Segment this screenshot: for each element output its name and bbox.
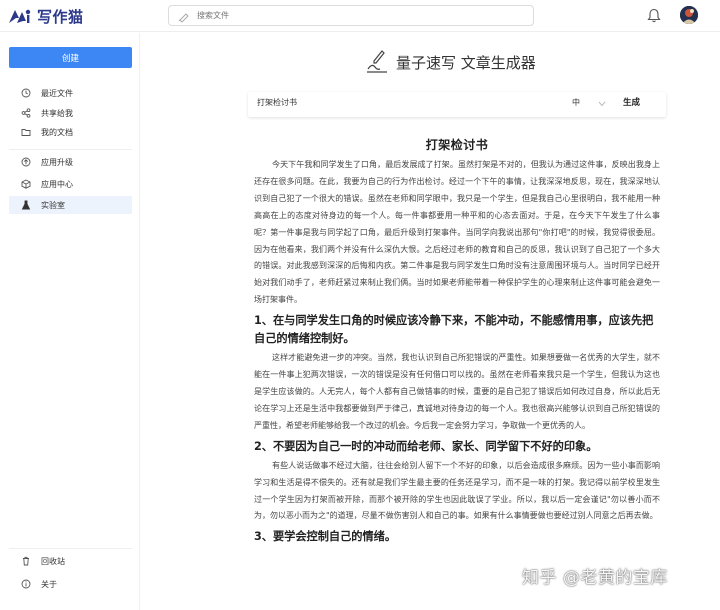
sidebar-item-label: 最近文件	[41, 88, 73, 98]
sidebar-item-shared[interactable]: 共享给我	[9, 104, 132, 122]
upgrade-icon	[20, 156, 32, 168]
generated-document[interactable]: 打架检讨书 今天下午我和同学发生了口角，最后发展成了打架。虽然打架是不对的，但我…	[254, 136, 660, 548]
sidebar-item-app-center[interactable]: 应用中心	[9, 175, 132, 193]
sidebar-item-label: 回收站	[41, 556, 65, 566]
sidebar-item-upgrade[interactable]: 应用升级	[9, 153, 132, 171]
sidebar-item-my-docs[interactable]: 我的文档	[9, 123, 132, 141]
avatar-image	[680, 6, 698, 24]
sidebar-item-about[interactable]: 关于	[9, 575, 132, 593]
search-input[interactable]	[197, 11, 497, 20]
pen-icon	[367, 50, 387, 73]
language-select[interactable]: 中	[572, 97, 580, 108]
document-title: 打架检讨书	[425, 138, 489, 152]
sidebar-item-label: 实验室	[41, 200, 65, 210]
trash-icon	[20, 555, 32, 567]
document-paragraph: 今天下午我和同学发生了口角，最后发展成了打架。虽然打架是不对的，但我认为通过这件…	[254, 160, 660, 305]
folder-icon	[20, 126, 32, 138]
sidebar-divider	[9, 149, 132, 150]
generate-button[interactable]: 生成	[623, 96, 640, 108]
share-icon	[20, 107, 32, 119]
chevron-down-icon[interactable]	[598, 101, 606, 107]
document-heading: 1、在与同学发生口角的时候应该冷静下来，不能冲动，不能感情用事，应该先把自己的情…	[254, 314, 654, 346]
sidebar: 创建 最近文件 共享给我 我的文档 应用升级 应用中心 实验室 回收站 关于	[0, 33, 140, 610]
app-name: 写作猫	[37, 7, 84, 26]
topic-input[interactable]: 打架检讨书	[257, 97, 297, 108]
document-paragraph: 这样才能避免进一步的冲突。当然，我也认识到自己所犯错误的严重性。如果想要做一名优…	[254, 353, 660, 430]
sidebar-divider	[9, 548, 132, 549]
logo-icon	[9, 9, 31, 23]
document-paragraph: 有些人说话做事不经过大脑，往往会给别人留下一个不好的印象，以后会造成很多麻烦。因…	[254, 460, 660, 521]
cube-icon	[20, 178, 32, 190]
search-box[interactable]	[168, 5, 534, 26]
sidebar-item-trash[interactable]: 回收站	[9, 552, 132, 570]
sidebar-item-label: 我的文档	[41, 127, 73, 137]
page-title: 量子速写 文章生成器	[396, 53, 536, 72]
page-header: 量子速写 文章生成器	[366, 42, 536, 82]
sidebar-item-recent[interactable]: 最近文件	[9, 84, 132, 102]
flask-icon	[20, 199, 32, 211]
document-heading: 2、不要因为自己一时的冲动而给老师、家长、同学留下不好的印象。	[254, 439, 598, 453]
watermark: 知乎 @老黄的宝库	[522, 568, 668, 588]
sidebar-item-label: 应用升级	[41, 157, 73, 167]
top-bar: 写作猫	[0, 0, 720, 32]
bell-icon[interactable]	[647, 8, 661, 23]
sidebar-item-label: 共享给我	[41, 108, 73, 118]
app-logo[interactable]: 写作猫	[8, 5, 84, 27]
search-icon	[178, 12, 189, 23]
sidebar-item-label: 应用中心	[41, 179, 73, 189]
sidebar-item-lab[interactable]: 实验室	[9, 196, 132, 214]
generator-toolbar: 打架检讨书 中 生成	[248, 92, 666, 117]
avatar[interactable]	[680, 6, 698, 24]
document-heading: 3、要学会控制自己的情绪。	[254, 530, 397, 544]
create-button[interactable]: 创建	[9, 47, 132, 68]
clock-icon	[20, 87, 32, 99]
info-icon	[20, 578, 32, 590]
sidebar-item-label: 关于	[41, 579, 57, 589]
